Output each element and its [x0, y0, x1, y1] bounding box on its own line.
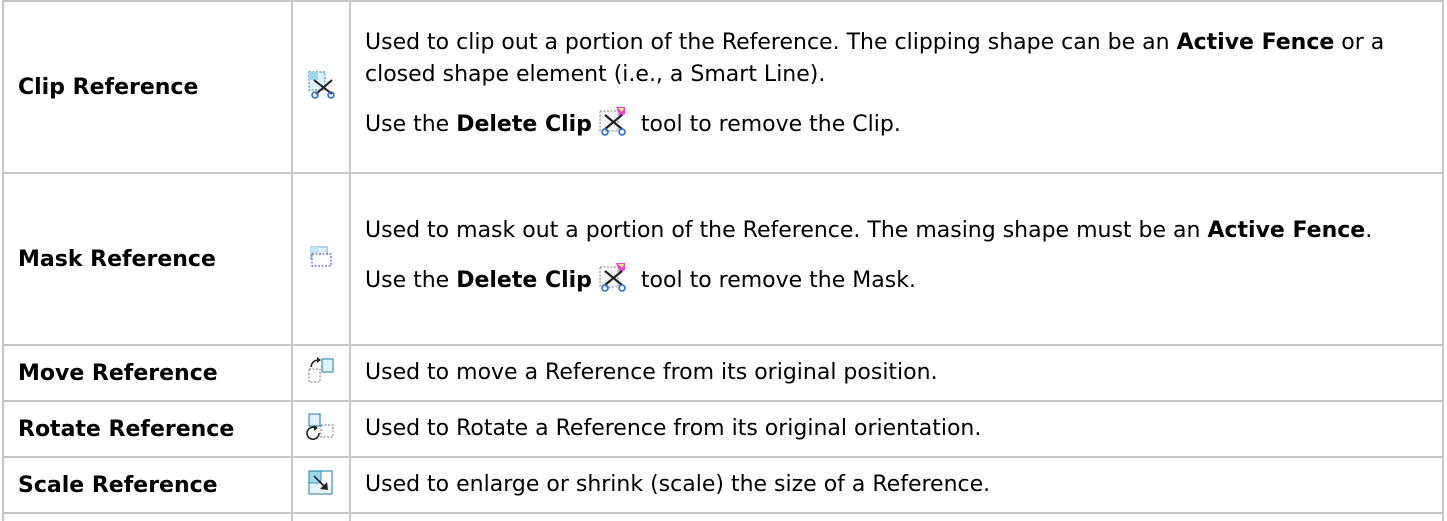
tool-name: Rotate Reference	[2, 400, 293, 458]
tool-description: Used to Rotate a Reference from its orig…	[349, 400, 1444, 458]
tool-name: Scale Reference	[2, 456, 293, 514]
delete-clip-icon	[598, 261, 628, 303]
tool-name: Move Reference	[2, 344, 293, 402]
reference-tools-table: Clip Reference Used to clip out a portio…	[2, 0, 1444, 521]
tool-description: Used to mask out a portion of the Refere…	[349, 172, 1444, 346]
table-row: Scale Reference Used to enlarge or shrin…	[2, 456, 1444, 514]
table-row: Mask Reference Used to mask out a portio…	[2, 172, 1444, 346]
clip-reference-icon	[306, 71, 336, 104]
rotate-reference-icon	[306, 413, 336, 446]
tool-name: Mask Reference	[2, 172, 293, 346]
table-row: Clip Reference Used to clip out a portio…	[2, 0, 1444, 174]
table-row: Move Reference Used to move a Reference …	[2, 344, 1444, 402]
tool-name: Clip Reference	[2, 0, 293, 174]
mask-reference-icon	[308, 246, 334, 274]
delete-clip-icon	[598, 105, 628, 147]
table-row: Rotate Reference Used to Rotate a Refere…	[2, 400, 1444, 458]
table-row	[2, 512, 1444, 521]
tool-description: Used to move a Reference from its origin…	[349, 344, 1444, 402]
scale-reference-icon	[306, 470, 336, 502]
tool-description: Used to enlarge or shrink (scale) the si…	[349, 456, 1444, 514]
tool-description: Used to clip out a portion of the Refere…	[349, 0, 1444, 174]
move-reference-icon	[306, 357, 336, 390]
